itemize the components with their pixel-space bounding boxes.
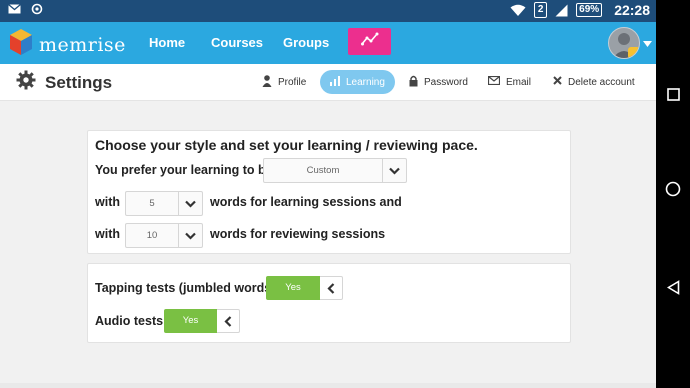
tab-delete-account[interactable]: Delete account: [553, 70, 635, 94]
audio-tests-label: Audio tests: [95, 314, 164, 328]
learning-style-value: Custom: [306, 165, 340, 176]
person-icon: [262, 74, 272, 90]
audio-tests-toggle[interactable]: Yes: [164, 309, 240, 333]
tab-learning-label: Learning: [346, 76, 385, 88]
logo-text: memrise: [39, 33, 126, 56]
nav-groups[interactable]: Groups: [283, 35, 329, 50]
reviewing-words-value: 10: [146, 230, 158, 241]
nav-courses[interactable]: Courses: [211, 35, 263, 50]
chevron-down-icon: [178, 192, 202, 215]
reviewing-words-select[interactable]: 10: [125, 223, 203, 248]
app-header: memrise Home Courses Groups: [0, 22, 656, 64]
settings-title: Settings: [16, 70, 112, 95]
with-label-reviewing: with: [95, 227, 120, 241]
tab-delete-account-label: Delete account: [568, 76, 635, 88]
tab-password-label: Password: [424, 76, 468, 88]
chevron-down-icon: [382, 159, 406, 182]
reviewing-words-suffix: words for reviewing sessions: [210, 227, 386, 241]
chevron-down-icon: [643, 34, 652, 52]
tab-learning[interactable]: Learning: [320, 70, 395, 94]
trend-icon: [360, 32, 379, 51]
chevron-left-icon: [320, 276, 343, 300]
settings-header: Settings Profile Learning Password Email…: [0, 64, 656, 101]
avatar-badge: [628, 47, 639, 58]
circle-icon: [665, 181, 681, 202]
recent-apps-button[interactable]: [665, 88, 681, 106]
square-icon: [666, 88, 680, 106]
user-menu[interactable]: [608, 27, 652, 59]
wifi-icon: [510, 4, 526, 17]
clock: 22:28: [614, 2, 650, 18]
settings-content: Choose your style and set your learning …: [0, 101, 656, 388]
tests-card: Tapping tests (jumbled words) Yes Audio …: [87, 263, 571, 343]
gear-icon: [16, 70, 36, 95]
learning-style-select[interactable]: Custom: [263, 158, 407, 183]
stats-button[interactable]: [348, 28, 391, 55]
tapping-tests-value: Yes: [266, 276, 320, 300]
memrise-logo[interactable]: memrise: [9, 28, 126, 61]
signal-icon: [555, 4, 568, 17]
tab-profile[interactable]: Profile: [262, 70, 306, 94]
footer-divider: [0, 383, 656, 388]
tapping-tests-label: Tapping tests (jumbled words): [95, 281, 276, 295]
prefer-label: You prefer your learning to be: [95, 163, 273, 177]
bar-chart-icon: [330, 75, 340, 89]
back-button[interactable]: [665, 280, 681, 300]
memrise-cube-icon: [9, 28, 33, 61]
audio-tests-value: Yes: [164, 309, 217, 333]
page-title: Settings: [45, 72, 113, 92]
chevron-down-icon: [178, 224, 202, 247]
tab-password[interactable]: Password: [409, 70, 468, 94]
chevron-left-icon: [217, 309, 240, 333]
sim-badge: 2: [534, 2, 548, 18]
status-bar: 2 69% 22:28: [0, 0, 656, 22]
pace-card: Choose your style and set your learning …: [87, 130, 571, 254]
battery-indicator: 69%: [576, 3, 603, 17]
pace-heading: Choose your style and set your learning …: [95, 137, 478, 153]
close-icon: [553, 76, 562, 88]
tab-email[interactable]: Email: [487, 70, 532, 94]
lock-icon: [409, 75, 418, 90]
sync-icon: [31, 3, 43, 15]
envelope-icon: [487, 75, 501, 88]
tab-profile-label: Profile: [278, 76, 307, 88]
learning-words-suffix: words for learning sessions and: [210, 195, 402, 209]
tapping-tests-toggle[interactable]: Yes: [266, 276, 343, 300]
back-triangle-icon: [666, 280, 680, 300]
mail-icon: [8, 4, 21, 14]
tab-email-label: Email: [506, 76, 532, 88]
with-label-learning: with: [95, 195, 120, 209]
nav-home[interactable]: Home: [149, 35, 185, 50]
learning-words-value: 5: [149, 198, 155, 209]
android-nav-bar: [656, 0, 690, 388]
learning-words-select[interactable]: 5: [125, 191, 203, 216]
home-button[interactable]: [665, 181, 681, 202]
avatar: [608, 27, 640, 59]
